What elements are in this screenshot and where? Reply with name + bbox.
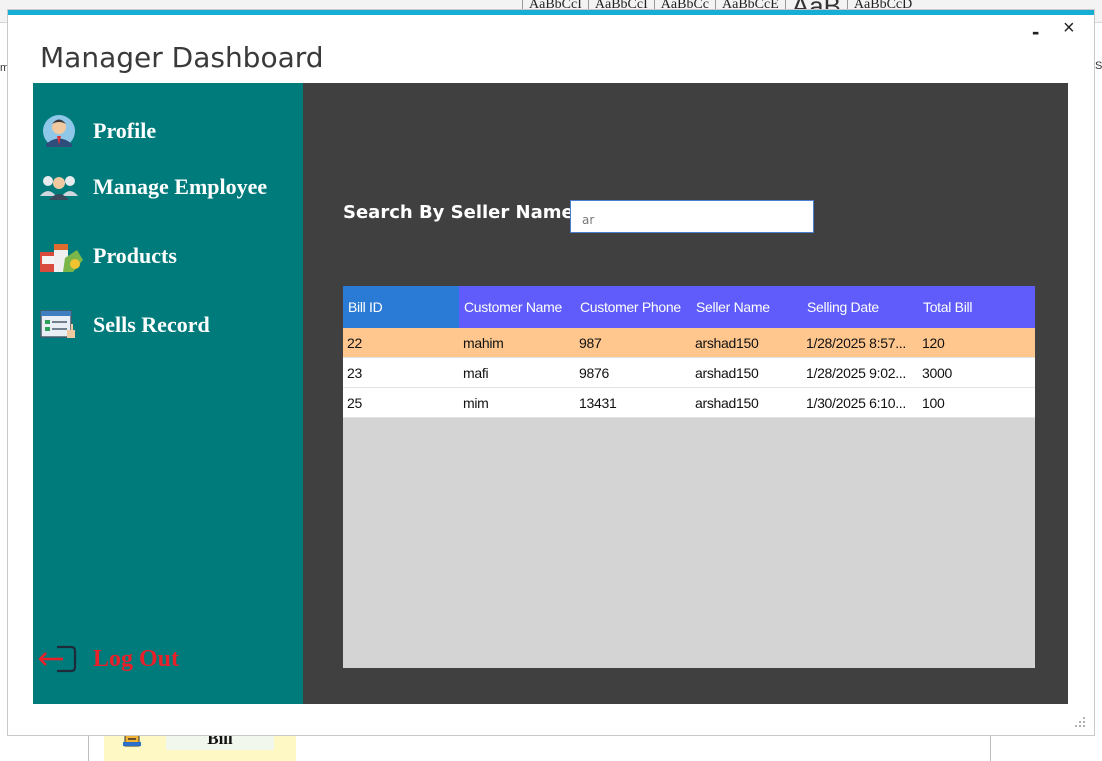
- close-button[interactable]: ×: [1063, 17, 1075, 40]
- table-cell: 3000: [918, 357, 1035, 388]
- column-header-customer-phone[interactable]: Customer Phone: [575, 286, 691, 328]
- sidebar-item-sells-record[interactable]: Sells Record: [37, 307, 210, 343]
- table-header-row: Bill ID Customer Name Customer Phone Sel…: [343, 286, 1035, 328]
- sidebar-item-profile[interactable]: Profile: [37, 113, 156, 149]
- table-cell: arshad150: [691, 357, 802, 388]
- sidebar-item-manage-employee[interactable]: Manage Employee: [37, 169, 267, 205]
- search-label: Search By Seller Name: [343, 202, 574, 223]
- table-row[interactable]: 22 mahim 987 arshad150 1/28/2025 8:57...…: [343, 328, 1035, 358]
- table-cell: 100: [918, 387, 1035, 418]
- sidebar-item-products[interactable]: Products: [37, 238, 177, 274]
- products-icon: [37, 238, 85, 274]
- column-header-selling-date[interactable]: Selling Date: [802, 286, 918, 328]
- logout-button[interactable]: Log Out: [37, 641, 179, 677]
- minimize-button[interactable]: -: [1032, 19, 1039, 45]
- main-content: Search By Seller Name Bill ID Customer N…: [303, 83, 1068, 704]
- column-header-customer-name[interactable]: Customer Name: [459, 286, 575, 328]
- table-cell: 25: [343, 387, 459, 418]
- sidebar-item-label: Products: [93, 243, 177, 268]
- sidebar-item-label: Profile: [93, 118, 157, 143]
- table-row[interactable]: 23 mafi 9876 arshad150 1/28/2025 9:02...…: [343, 357, 1035, 388]
- sidebar-item-label: Manage Employee: [93, 174, 268, 199]
- table-cell: 13431: [575, 387, 691, 418]
- table-cell: 1/30/2025 6:10...: [802, 387, 918, 418]
- table-cell: mahim: [459, 328, 575, 358]
- table-cell: 22: [343, 328, 459, 358]
- table-row[interactable]: 25 mim 13431 arshad150 1/30/2025 6:10...…: [343, 387, 1035, 418]
- sidebar: Profile Manage Employee Products Sells R…: [33, 83, 303, 704]
- table-cell: mim: [459, 387, 575, 418]
- table-cell: 120: [918, 328, 1035, 358]
- table-cell: 9876: [575, 357, 691, 388]
- window-title: Manager Dashboard: [40, 41, 324, 74]
- column-header-total-bill[interactable]: Total Bill: [918, 286, 1035, 328]
- team-icon: [37, 169, 85, 205]
- column-header-seller-name[interactable]: Seller Name: [691, 286, 802, 328]
- table-cell: 23: [343, 357, 459, 388]
- logout-icon: [37, 641, 85, 677]
- resize-grip-icon[interactable]: [1074, 715, 1086, 727]
- record-list-icon: [37, 307, 85, 343]
- sales-records-grid[interactable]: Bill ID Customer Name Customer Phone Sel…: [343, 286, 1035, 668]
- table-cell: 1/28/2025 8:57...: [802, 328, 918, 358]
- sidebar-item-label: Sells Record: [93, 312, 210, 337]
- seller-search-input[interactable]: [570, 200, 814, 233]
- table-cell: mafi: [459, 357, 575, 388]
- user-avatar-icon: [37, 113, 85, 149]
- manager-dashboard-window: Manager Dashboard - × Profile Manage Emp…: [8, 10, 1094, 735]
- logout-label: Log Out: [93, 645, 180, 672]
- column-header-bill-id[interactable]: Bill ID: [343, 286, 459, 328]
- table-cell: arshad150: [691, 387, 802, 418]
- sales-table: Bill ID Customer Name Customer Phone Sel…: [343, 286, 1035, 418]
- table-cell: arshad150: [691, 328, 802, 358]
- table-cell: 1/28/2025 9:02...: [802, 357, 918, 388]
- table-cell: 987: [575, 328, 691, 358]
